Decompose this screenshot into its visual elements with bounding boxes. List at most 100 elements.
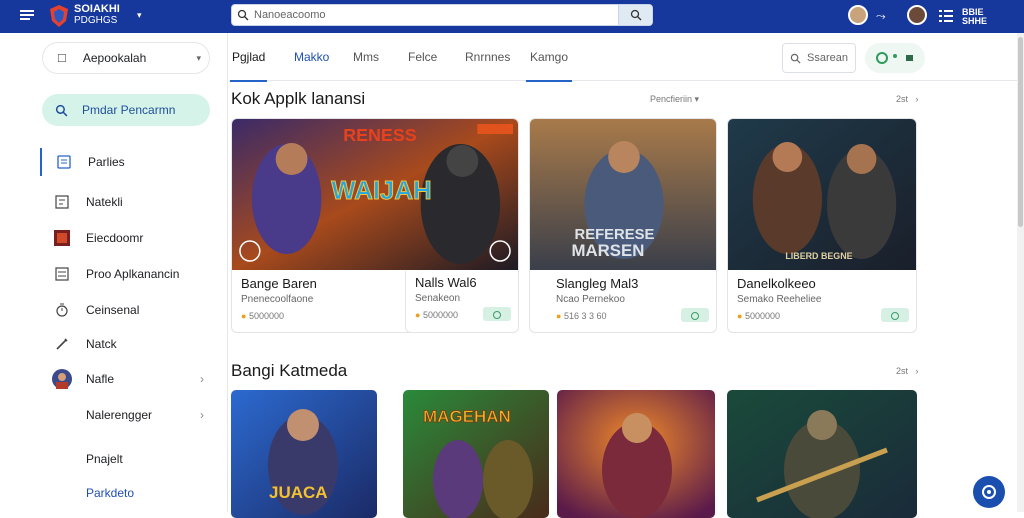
tab-kamgo[interactable]: Kamgo [525, 50, 573, 82]
image-title-text: LIBERD BEGNE [785, 251, 852, 261]
sidebar-item-eiecdoomr[interactable]: Eiecdoomr [40, 224, 210, 252]
sidebar-item-ceinsenal[interactable]: Ceinsenal [40, 296, 210, 324]
game-price: ● 516 3 3 60 [556, 311, 607, 321]
tab-pgjlad[interactable]: Pgjlad [229, 50, 268, 82]
sidebar-item-nafle[interactable]: Nafle › [40, 365, 210, 393]
section-title: Kok Applk lanansi [231, 89, 366, 108]
sidebar: ☐ Aepookalah ▾ Pmdar Pencarmn Parlies Na… [0, 33, 228, 512]
game-card-image[interactable] [557, 390, 715, 518]
tab-bar: Pgjlad Makko Mms Felce Rnrnnes Kamgo Ssa… [229, 33, 1024, 82]
game-card-image[interactable]: JUACA [231, 390, 377, 518]
image-logo-text: WAIJAH [331, 177, 431, 205]
sidebar-item-natck[interactable]: Natck [40, 330, 210, 358]
game-card-image: REFERESE MARSEN [530, 119, 716, 270]
page-icon [54, 152, 74, 172]
search-icon [630, 9, 641, 21]
game-subtitle: Pnenecoolfaone [241, 294, 314, 305]
download-badge[interactable] [483, 307, 511, 321]
sidebar-select[interactable]: ☐ Aepookalah ▾ [42, 42, 210, 74]
search-input[interactable] [254, 9, 594, 21]
sidebar-item-pnajelt[interactable]: Pnajelt [40, 445, 210, 473]
user-avatar[interactable] [848, 5, 868, 25]
coin-icon: ● [415, 310, 421, 320]
sidebar-item-natekli[interactable]: Natekli [40, 188, 210, 216]
list-menu-icon[interactable] [939, 9, 953, 23]
chevron-down-icon[interactable]: ▾ [137, 10, 142, 21]
game-price: ● 5000000 [737, 311, 780, 321]
tile-icon [52, 228, 72, 248]
sidebar-search-label: Pmdar Pencarmn [82, 103, 176, 117]
status-toggle[interactable] [865, 43, 925, 73]
hamburger-menu-icon[interactable] [20, 8, 34, 22]
sidebar-item-proo-aplkanancin[interactable]: Proo Aplkanancin [40, 260, 210, 288]
chat-fab-button[interactable] [973, 476, 1005, 508]
game-card-image: RENESS WAIJAH [232, 119, 518, 270]
search-submit-button[interactable] [618, 5, 652, 25]
download-badge[interactable] [681, 308, 709, 322]
game-card[interactable]: LIBERD BEGNE Danelkolkeeo Semako Reeheli… [727, 118, 917, 333]
tab-rnrnnes[interactable]: Rnrnnes [465, 50, 510, 64]
brand-line-1: SOIAKHI [74, 3, 120, 15]
download-badge[interactable] [881, 308, 909, 322]
chevron-down-icon: ▾ [694, 94, 700, 104]
chevron-right-icon: › [200, 372, 204, 386]
sidebar-item-nalerengger[interactable]: Nalerengger › [40, 401, 210, 429]
game-price: ● 5000000 [415, 310, 458, 320]
sidebar-item-label: Ceinsenal [86, 303, 140, 317]
game-card-image[interactable] [727, 390, 917, 518]
profile-avatar[interactable] [907, 5, 927, 25]
image-title-text: RENESS [343, 125, 416, 145]
image-title-text: MAGEHAN [423, 407, 511, 426]
game-title: Slangleg Mal3 [556, 276, 639, 291]
game-subtitle: Senakeon [415, 293, 461, 304]
section-pager[interactable]: 2st › [896, 366, 919, 376]
avatar-icon [52, 369, 72, 389]
account-label[interactable]: BBIE SHHE [962, 8, 987, 26]
main-content: Pgjlad Makko Mms Felce Rnrnnes Kamgo Ssa… [229, 33, 1024, 518]
sidebar-item-parlies[interactable]: Parlies [40, 148, 210, 176]
toolbar-search-button[interactable]: Ssarean [782, 43, 856, 73]
sidebar-item-label: Nafle [86, 372, 115, 386]
chat-icon [982, 485, 996, 499]
chevron-right-icon: › [910, 366, 919, 376]
brand-shield-logo-icon[interactable] [48, 4, 70, 28]
lock-icon: ☐ [57, 52, 67, 65]
game-subtitle: Semako Reeheliee [737, 294, 822, 305]
search-icon [790, 53, 801, 64]
tab-felce[interactable]: Felce [408, 50, 437, 64]
sidebar-item-label: Natck [86, 337, 117, 351]
brand-name[interactable]: SOIAKHI PDGHGS [74, 3, 120, 27]
brand-line-2: PDGHGS [74, 15, 118, 26]
sidebar-search-button[interactable]: Pmdar Pencarmn [42, 94, 210, 126]
sort-label: Pencfieriin [650, 94, 693, 104]
scrollbar-thumb[interactable] [1018, 37, 1023, 227]
game-title: Danelkolkeeo [737, 276, 816, 291]
activity-icon[interactable]: ⤳ [876, 9, 886, 24]
sidebar-item-label: Pnajelt [86, 452, 123, 466]
image-title-text: JUACA [269, 483, 328, 502]
game-card-image[interactable]: MAGEHAN [403, 390, 549, 518]
sort-dropdown[interactable]: Pencfieriin ▾ [650, 94, 699, 105]
game-price-value: 5000000 [248, 311, 284, 321]
game-title: Nalls Wal6 [415, 275, 477, 290]
game-card[interactable]: REFERESE MARSEN Slangleg Mal3 Ncao Perne… [529, 118, 717, 333]
tab-makko[interactable]: Makko [294, 50, 329, 64]
game-title: Bange Baren [241, 276, 317, 291]
top-app-bar: SOIAKHI PDGHGS ▾ ⤳ BBIE SHHE [0, 0, 1024, 33]
game-card[interactable]: Nalls Wal6 Senakeon ● 5000000 [405, 271, 519, 333]
search-icon [55, 104, 68, 116]
sidebar-item-parkdeto[interactable]: Parkdeto [40, 479, 210, 507]
coin-icon: ● [241, 311, 247, 321]
coin-icon: ● [556, 311, 562, 321]
tab-mms[interactable]: Mms [353, 50, 379, 64]
list-icon [52, 264, 72, 284]
search-bar [231, 4, 653, 26]
pager-label: 2st [896, 366, 909, 376]
sidebar-item-label: Parkdeto [86, 486, 135, 500]
image-logo-text: MARSEN [572, 241, 645, 260]
vertical-scrollbar[interactable] [1017, 33, 1024, 512]
section-pager[interactable]: 2st › [896, 94, 919, 104]
game-price-value: 516 3 3 60 [563, 311, 607, 321]
chevron-down-icon: ▾ [196, 52, 201, 63]
game-card-image: LIBERD BEGNE [728, 119, 916, 270]
